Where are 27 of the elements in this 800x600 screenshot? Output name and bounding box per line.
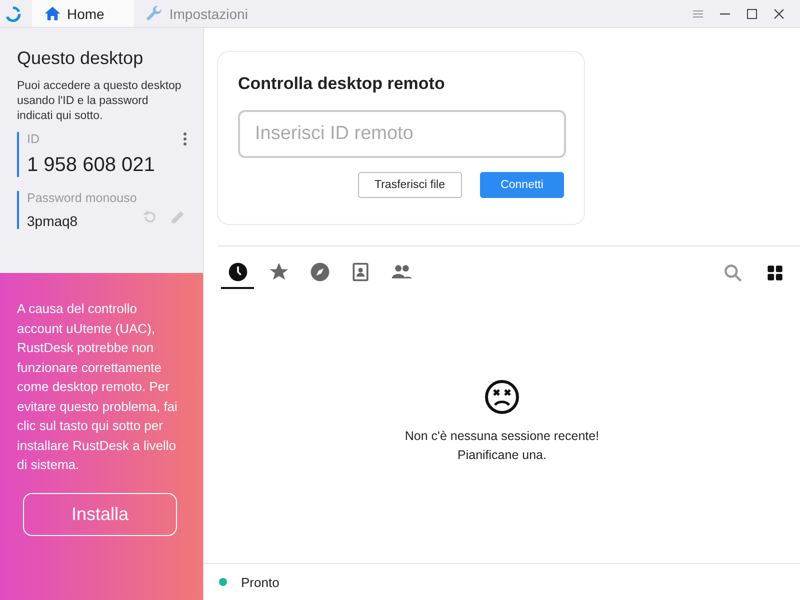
card-title: Controlla desktop remoto — [238, 74, 446, 94]
id-value: 1 958 608 021 — [27, 154, 156, 177]
tab[interactable]: Impostazioni — [134, 0, 264, 27]
connect-button[interactable]: Connetti — [480, 172, 564, 198]
description-text: Puoi accedere a questo desktop usando l'ID e la password indicati qui sotto. — [17, 79, 182, 124]
password-label: Password monouso — [27, 191, 138, 205]
remote-id-field[interactable]: Inserisci ID remoto — [238, 110, 566, 158]
maximize-icon[interactable] — [746, 8, 758, 20]
id-label: ID — [27, 132, 40, 146]
empty-message: Pianificane una. — [458, 447, 546, 464]
compass-icon — [308, 261, 330, 283]
status-text: Pronto — [241, 574, 280, 590]
empty-message: Non c'è nessuna sessione recente! — [404, 428, 600, 445]
warning-text: A causa del controllo account uUtente (UAC), RustDesk potrebbe non funzionare correttamente come desktop remoto. Per evitare questo problema, fai clic sul tasto qui sotto per installare RustDesk a livello di sistema. — [17, 300, 178, 474]
wrench-icon — [146, 5, 164, 22]
transfer-button[interactable]: Trasferisci file — [358, 172, 462, 198]
search-icon[interactable] — [722, 262, 744, 284]
sad-face-icon — [484, 379, 520, 415]
install-button[interactable]: Installa — [23, 492, 177, 536]
tab[interactable]: Home — [32, 0, 134, 27]
clock-icon — [226, 261, 248, 283]
home-icon — [44, 5, 61, 22]
password-value: 3pmaq8 — [27, 213, 78, 229]
close-icon[interactable] — [773, 8, 785, 20]
app-logo-icon — [4, 4, 22, 22]
more-icon[interactable] — [183, 132, 187, 146]
section-title: Questo desktop — [17, 48, 144, 69]
